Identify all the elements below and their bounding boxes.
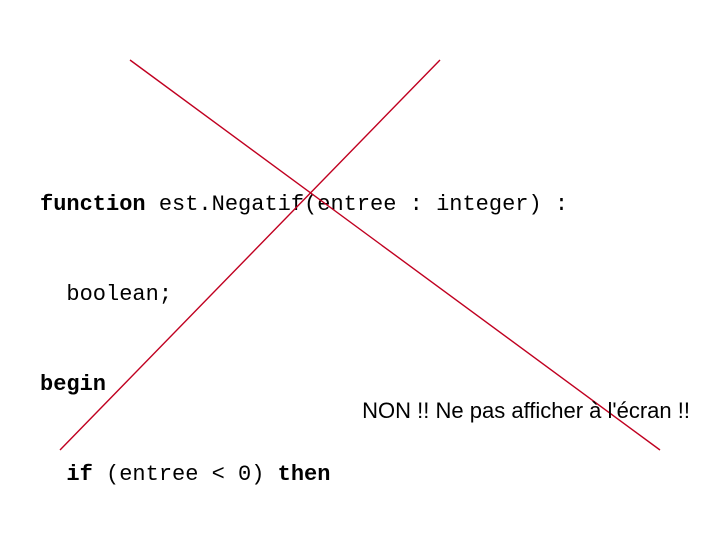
code-line-4: if (entree < 0) then (40, 460, 568, 490)
code-line-1: function est.Negatif(entree : integer) : (40, 190, 568, 220)
code-line-1-rest: est.Negatif(entree : integer) : (146, 192, 568, 217)
code-line-3: begin (40, 370, 568, 400)
warning-text: NON !! Ne pas afficher à l'écran !! (362, 398, 690, 424)
keyword-if: if (66, 462, 92, 487)
code-block: function est.Negatif(entree : integer) :… (40, 130, 568, 540)
keyword-function: function (40, 192, 146, 217)
code-line-2: boolean; (40, 280, 568, 310)
slide-stage: function est.Negatif(entree : integer) :… (0, 0, 720, 540)
keyword-then: then (278, 462, 331, 487)
